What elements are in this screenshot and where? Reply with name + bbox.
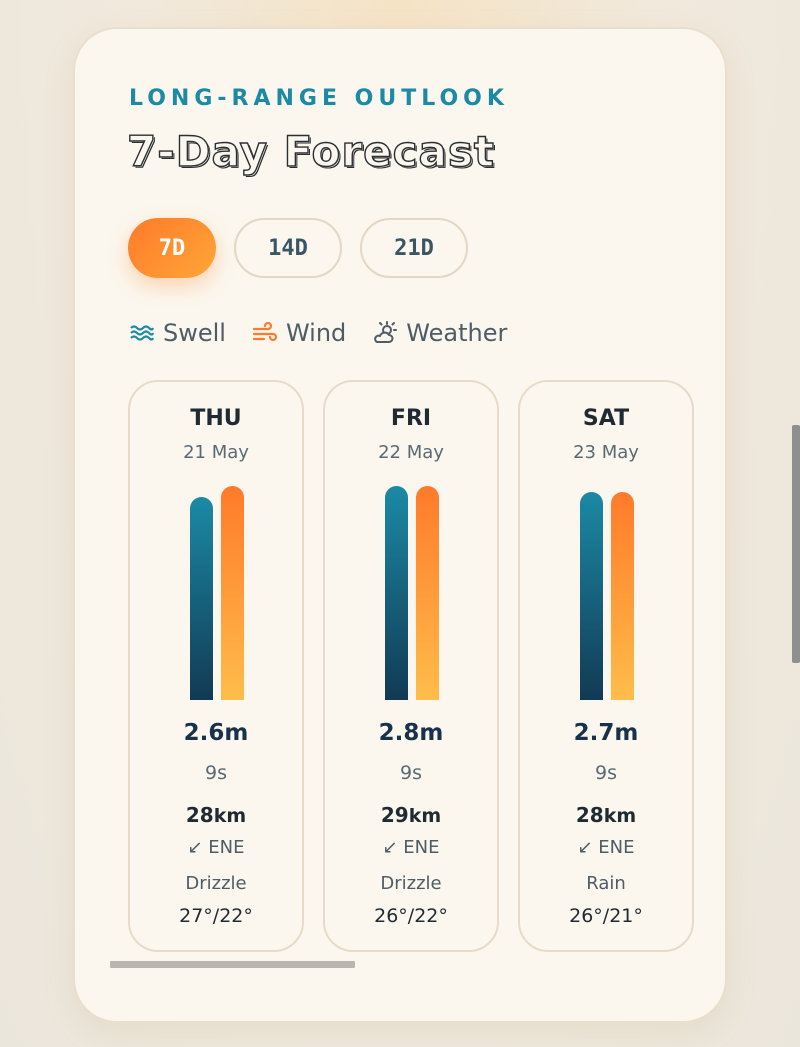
carousel-scrollbar[interactable] <box>110 961 355 968</box>
day-date: 22 May <box>378 442 444 463</box>
swell-bar <box>580 492 603 700</box>
page-title: 7-Day Forecast <box>126 126 495 176</box>
wind-icon <box>252 322 278 342</box>
weather-condition: Drizzle <box>380 873 442 894</box>
day-name: SAT <box>582 406 630 431</box>
day-card-fri[interactable]: FRI 22 May 2.8m 9s 29km ↙ ENE Drizzle 26… <box>323 380 499 952</box>
wind-speed-value: 28 <box>185 803 214 827</box>
swell-height: 2.6m <box>183 720 249 746</box>
wind-direction-label: ENE <box>598 837 635 858</box>
wind-speed-unit: km <box>213 805 247 827</box>
forecast-card: LONG-RANGE OUTLOOK 7-Day Forecast 7D 14D… <box>73 27 727 1023</box>
swell-period: 9s <box>400 762 422 784</box>
legend: Swell Wind Weather <box>129 319 533 347</box>
wind-direction-label: ENE <box>208 837 245 858</box>
day-date: 21 May <box>183 442 249 463</box>
swell-bar <box>190 497 213 700</box>
legend-label-wind: Wind <box>285 319 347 347</box>
arrow-down-left-icon: ↙ <box>577 837 593 858</box>
swell-period: 9s <box>205 762 227 784</box>
temperature-range: 26°/22° <box>374 905 448 927</box>
arrow-down-left-icon: ↙ <box>382 837 398 858</box>
wind-speed-value: 29 <box>380 803 409 827</box>
weather-condition: Rain <box>586 873 626 894</box>
swell-period: 9s <box>595 762 617 784</box>
swell-height: 2.8m <box>378 720 444 746</box>
eyebrow-label: LONG-RANGE OUTLOOK <box>129 86 509 111</box>
legend-label-swell: Swell <box>163 319 226 347</box>
page-scrollbar[interactable] <box>792 425 800 663</box>
wind-speed-value: 28 <box>575 803 604 827</box>
wind-bar <box>221 486 244 700</box>
day-name: FRI <box>390 406 432 431</box>
tab-21d[interactable]: 21D <box>360 218 468 278</box>
wind-speed: 28km <box>130 803 302 827</box>
wind-direction-label: ENE <box>403 837 440 858</box>
waves-icon <box>130 325 155 341</box>
wind-direction: ↙ ENE <box>130 837 302 858</box>
wind-bar <box>611 492 634 700</box>
sun-cloud-icon <box>374 321 398 343</box>
day-card-thu[interactable]: THU 21 May 2.6m 9s 28km ↙ ENE Drizzle 27… <box>128 380 304 952</box>
arrow-down-left-icon: ↙ <box>187 837 203 858</box>
wind-speed-unit: km <box>408 805 442 827</box>
tab-14d[interactable]: 14D <box>234 218 342 278</box>
temperature-range: 26°/21° <box>569 905 643 927</box>
wind-speed: 28km <box>520 803 692 827</box>
legend-item-weather: Weather <box>372 319 507 347</box>
legend-item-wind: Wind <box>252 319 346 347</box>
wind-direction: ↙ ENE <box>520 837 692 858</box>
tab-7d[interactable]: 7D <box>128 218 216 278</box>
wind-direction: ↙ ENE <box>325 837 497 858</box>
day-card-sat[interactable]: SAT 23 May 2.7m 9s 28km ↙ ENE Rain 26°/2… <box>518 380 694 952</box>
day-carousel[interactable]: THU 21 May 2.6m 9s 28km ↙ ENE Drizzle 27… <box>128 380 694 952</box>
swell-height: 2.7m <box>573 720 639 746</box>
legend-item-swell: Swell <box>129 319 226 347</box>
day-date: 23 May <box>573 442 639 463</box>
legend-label-weather: Weather <box>406 319 508 347</box>
day-name: THU <box>190 406 242 431</box>
weather-condition: Drizzle <box>185 873 247 894</box>
wind-bar <box>416 486 439 700</box>
temperature-range: 27°/22° <box>179 905 253 927</box>
wind-speed-unit: km <box>603 805 637 827</box>
swell-bar <box>385 486 408 700</box>
wind-speed: 29km <box>325 803 497 827</box>
range-tabs: 7D 14D 21D <box>128 218 486 278</box>
